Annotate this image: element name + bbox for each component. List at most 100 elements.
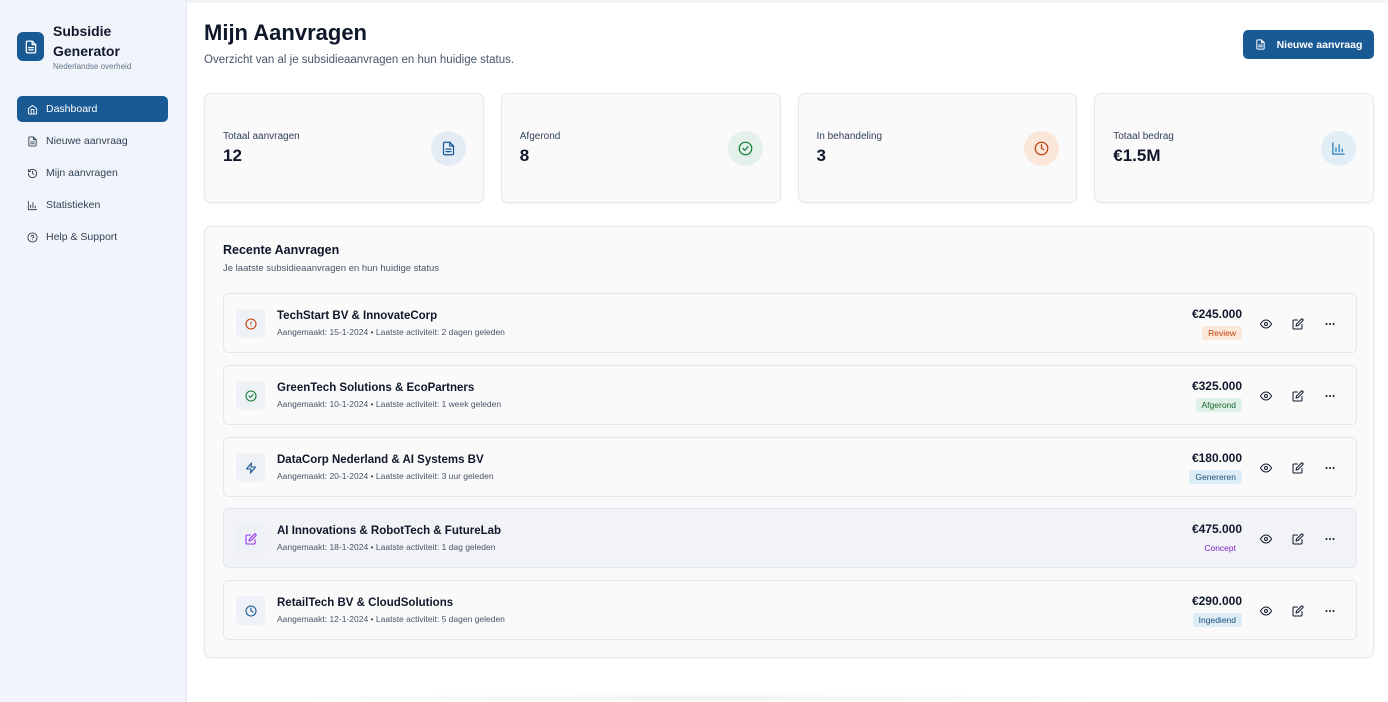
view-button[interactable] bbox=[1257, 459, 1274, 476]
file-icon bbox=[26, 135, 38, 147]
alert-circle-icon bbox=[236, 309, 265, 338]
brand-logo-icon bbox=[17, 32, 44, 61]
application-meta: Aangemaakt: 20-1-2024 • Laatste activite… bbox=[277, 471, 494, 481]
status-badge: Genereren bbox=[1189, 470, 1242, 484]
edit-button[interactable] bbox=[1289, 387, 1306, 404]
more-horizontal-icon bbox=[1325, 537, 1334, 540]
status-badge: Afgerond bbox=[1195, 398, 1242, 412]
edit-button[interactable] bbox=[1289, 602, 1306, 619]
home-icon bbox=[26, 103, 38, 115]
edit-icon bbox=[1292, 461, 1304, 473]
application-name: TechStart BV & InnovateCorp bbox=[277, 310, 438, 322]
view-button[interactable] bbox=[1257, 315, 1274, 332]
status-badge: Review bbox=[1202, 326, 1242, 340]
sidebar-item-mijn-aanvragen[interactable]: Mijn aanvragen bbox=[17, 160, 168, 186]
application-meta: Aangemaakt: 10-1-2024 • Laatste activite… bbox=[277, 399, 502, 409]
application-row[interactable]: DataCorp Nederland & AI Systems BV Aange… bbox=[223, 437, 1357, 497]
file-icon bbox=[1255, 39, 1265, 50]
file-icon bbox=[430, 131, 466, 166]
sidebar-item-label: Statistieken bbox=[46, 199, 101, 211]
stats-row: Totaal aanvragen 12 Afgerond 8 In behand… bbox=[204, 93, 1374, 203]
status-badge: Ingediend bbox=[1192, 613, 1242, 627]
more-button[interactable] bbox=[1321, 459, 1338, 476]
stat-value: 12 bbox=[223, 146, 242, 165]
brand-title: Subsidie Generator bbox=[53, 23, 120, 59]
more-button[interactable] bbox=[1321, 315, 1338, 332]
stat-label: Totaal bedrag bbox=[1113, 131, 1174, 142]
more-button[interactable] bbox=[1321, 530, 1338, 547]
new-application-label: Nieuwe aanvraag bbox=[1276, 38, 1363, 51]
stat-label: Afgerond bbox=[519, 131, 561, 142]
check-circle-icon bbox=[236, 381, 265, 410]
eye-icon bbox=[1259, 463, 1272, 472]
application-row[interactable]: GreenTech Solutions & EcoPartners Aangem… bbox=[223, 365, 1357, 425]
application-name: AI Innovations & RobotTech & FutureLab bbox=[277, 525, 502, 537]
stat-value: €1.5M bbox=[1113, 146, 1161, 165]
application-amount: €290.000 bbox=[1191, 594, 1242, 608]
application-amount: €180.000 bbox=[1191, 451, 1242, 465]
stat-label: Totaal aanvragen bbox=[223, 131, 300, 142]
application-name: DataCorp Nederland & AI Systems BV bbox=[277, 454, 484, 466]
sidebar-item-label: Nieuwe aanvraag bbox=[46, 135, 128, 147]
stat-card-total-amount: Totaal bedrag €1.5M bbox=[1094, 93, 1374, 203]
brand-subtitle: Nederlandse overheid bbox=[53, 62, 132, 71]
sidebar-item-nieuwe-aanvraag[interactable]: Nieuwe aanvraag bbox=[17, 128, 168, 154]
new-application-button[interactable]: Nieuwe aanvraag bbox=[1243, 30, 1374, 59]
bottom-shadow bbox=[250, 694, 1150, 702]
edit-icon bbox=[1292, 604, 1304, 616]
more-horizontal-icon bbox=[1325, 609, 1334, 612]
application-name: GreenTech Solutions & EcoPartners bbox=[277, 382, 475, 394]
eye-icon bbox=[1259, 391, 1272, 400]
application-row[interactable]: TechStart BV & InnovateCorp Aangemaakt: … bbox=[223, 293, 1357, 353]
edit-icon bbox=[1292, 317, 1304, 329]
application-meta: Aangemaakt: 18-1-2024 • Laatste activite… bbox=[277, 542, 496, 552]
edit-button[interactable] bbox=[1289, 530, 1306, 547]
more-button[interactable] bbox=[1321, 602, 1338, 619]
application-row[interactable]: RetailTech BV & CloudSolutions Aangemaak… bbox=[223, 580, 1357, 640]
sidebar-item-label: Dashboard bbox=[46, 103, 98, 115]
sidebar-item-label: Help & Support bbox=[46, 231, 118, 243]
recent-applications-card: Recente Aanvragen Je laatste subsidieaan… bbox=[204, 226, 1374, 658]
page-subtitle: Overzicht van al je subsidieaanvragen en… bbox=[204, 54, 515, 66]
application-meta: Aangemaakt: 12-1-2024 • Laatste activite… bbox=[277, 614, 505, 624]
clock-icon bbox=[236, 596, 265, 625]
eye-icon bbox=[1259, 606, 1272, 615]
more-horizontal-icon bbox=[1325, 394, 1334, 397]
history-icon bbox=[26, 167, 38, 179]
stat-card-completed: Afgerond 8 bbox=[500, 93, 781, 203]
more-horizontal-icon bbox=[1325, 466, 1334, 469]
clock-icon bbox=[1024, 131, 1060, 166]
sidebar-nav: Dashboard Nieuwe aanvraag Mijn aanvragen… bbox=[17, 96, 168, 256]
edit-icon bbox=[1292, 532, 1304, 544]
sidebar-item-dashboard[interactable]: Dashboard bbox=[17, 96, 168, 122]
brand: Subsidie Generator Nederlandse overheid bbox=[17, 21, 143, 71]
application-row[interactable]: AI Innovations & RobotTech & FutureLab A… bbox=[223, 508, 1357, 568]
application-amount: €325.000 bbox=[1191, 379, 1242, 393]
edit-button[interactable] bbox=[1289, 315, 1306, 332]
bar-chart-icon bbox=[1321, 131, 1356, 166]
application-amount: €475.000 bbox=[1191, 522, 1242, 536]
edit-icon bbox=[1292, 389, 1304, 401]
application-name: RetailTech BV & CloudSolutions bbox=[277, 597, 454, 609]
edit-button[interactable] bbox=[1289, 459, 1306, 476]
eye-icon bbox=[1259, 534, 1272, 543]
bar-chart-icon bbox=[26, 199, 38, 211]
view-button[interactable] bbox=[1257, 602, 1274, 619]
sidebar: Subsidie Generator Nederlandse overheid … bbox=[0, 0, 187, 702]
more-horizontal-icon bbox=[1325, 322, 1334, 325]
help-circle-icon bbox=[26, 231, 38, 243]
edit-icon bbox=[236, 524, 265, 553]
application-amount: €245.000 bbox=[1191, 307, 1242, 321]
stat-label: In behandeling bbox=[816, 131, 883, 142]
status-badge: Concept bbox=[1204, 543, 1236, 553]
sidebar-item-statistieken[interactable]: Statistieken bbox=[17, 192, 168, 218]
stat-card-in-progress: In behandeling 3 bbox=[797, 93, 1078, 203]
sidebar-item-label: Mijn aanvragen bbox=[46, 167, 118, 179]
sidebar-item-help-support[interactable]: Help & Support bbox=[17, 224, 168, 250]
view-button[interactable] bbox=[1257, 387, 1274, 404]
zap-icon bbox=[236, 453, 265, 482]
view-button[interactable] bbox=[1257, 530, 1274, 547]
more-button[interactable] bbox=[1321, 387, 1338, 404]
application-meta: Aangemaakt: 15-1-2024 • Laatste activite… bbox=[277, 327, 505, 337]
eye-icon bbox=[1259, 319, 1272, 328]
